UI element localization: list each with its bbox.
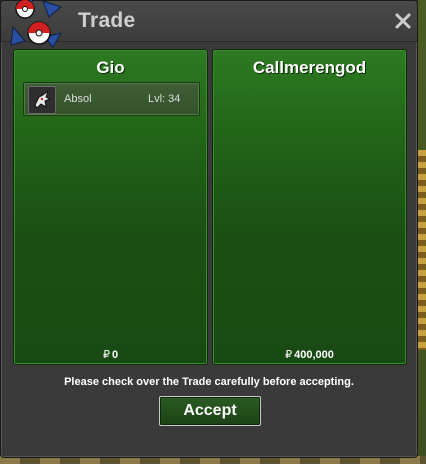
money-amount: 400,000 [294,349,334,361]
trade-panel-self: Gio Absol Lvl: 34 ₽0 [13,49,208,365]
close-icon[interactable] [393,11,413,31]
currency-symbol: ₽ [102,349,110,361]
accept-button[interactable]: Accept [159,396,261,426]
absol-sprite-icon [28,86,56,114]
money-offer: ₽0 [14,348,207,361]
trade-notice: Please check over the Trade carefully be… [64,376,354,388]
player-name: Gio [96,58,125,77]
item-name: Absol [64,93,92,105]
trade-item-row[interactable]: Absol Lvl: 34 [23,82,200,116]
money-amount: 0 [111,349,119,361]
title-bar[interactable]: Trade [1,0,417,48]
player-name: Callmerengod [252,58,367,77]
item-level: Lvl: 34 [148,93,181,105]
currency-symbol: ₽ [285,349,293,361]
window-title: Trade [78,9,136,32]
trade-panel-partner: Callmerengod ₽400,000 [212,49,407,365]
trade-window: Trade Gio Absol Lvl: 34 ₽0 Callmerengod … [0,0,418,458]
money-offer: ₽400,000 [213,348,406,361]
pokeball-logo-icon [10,0,63,48]
